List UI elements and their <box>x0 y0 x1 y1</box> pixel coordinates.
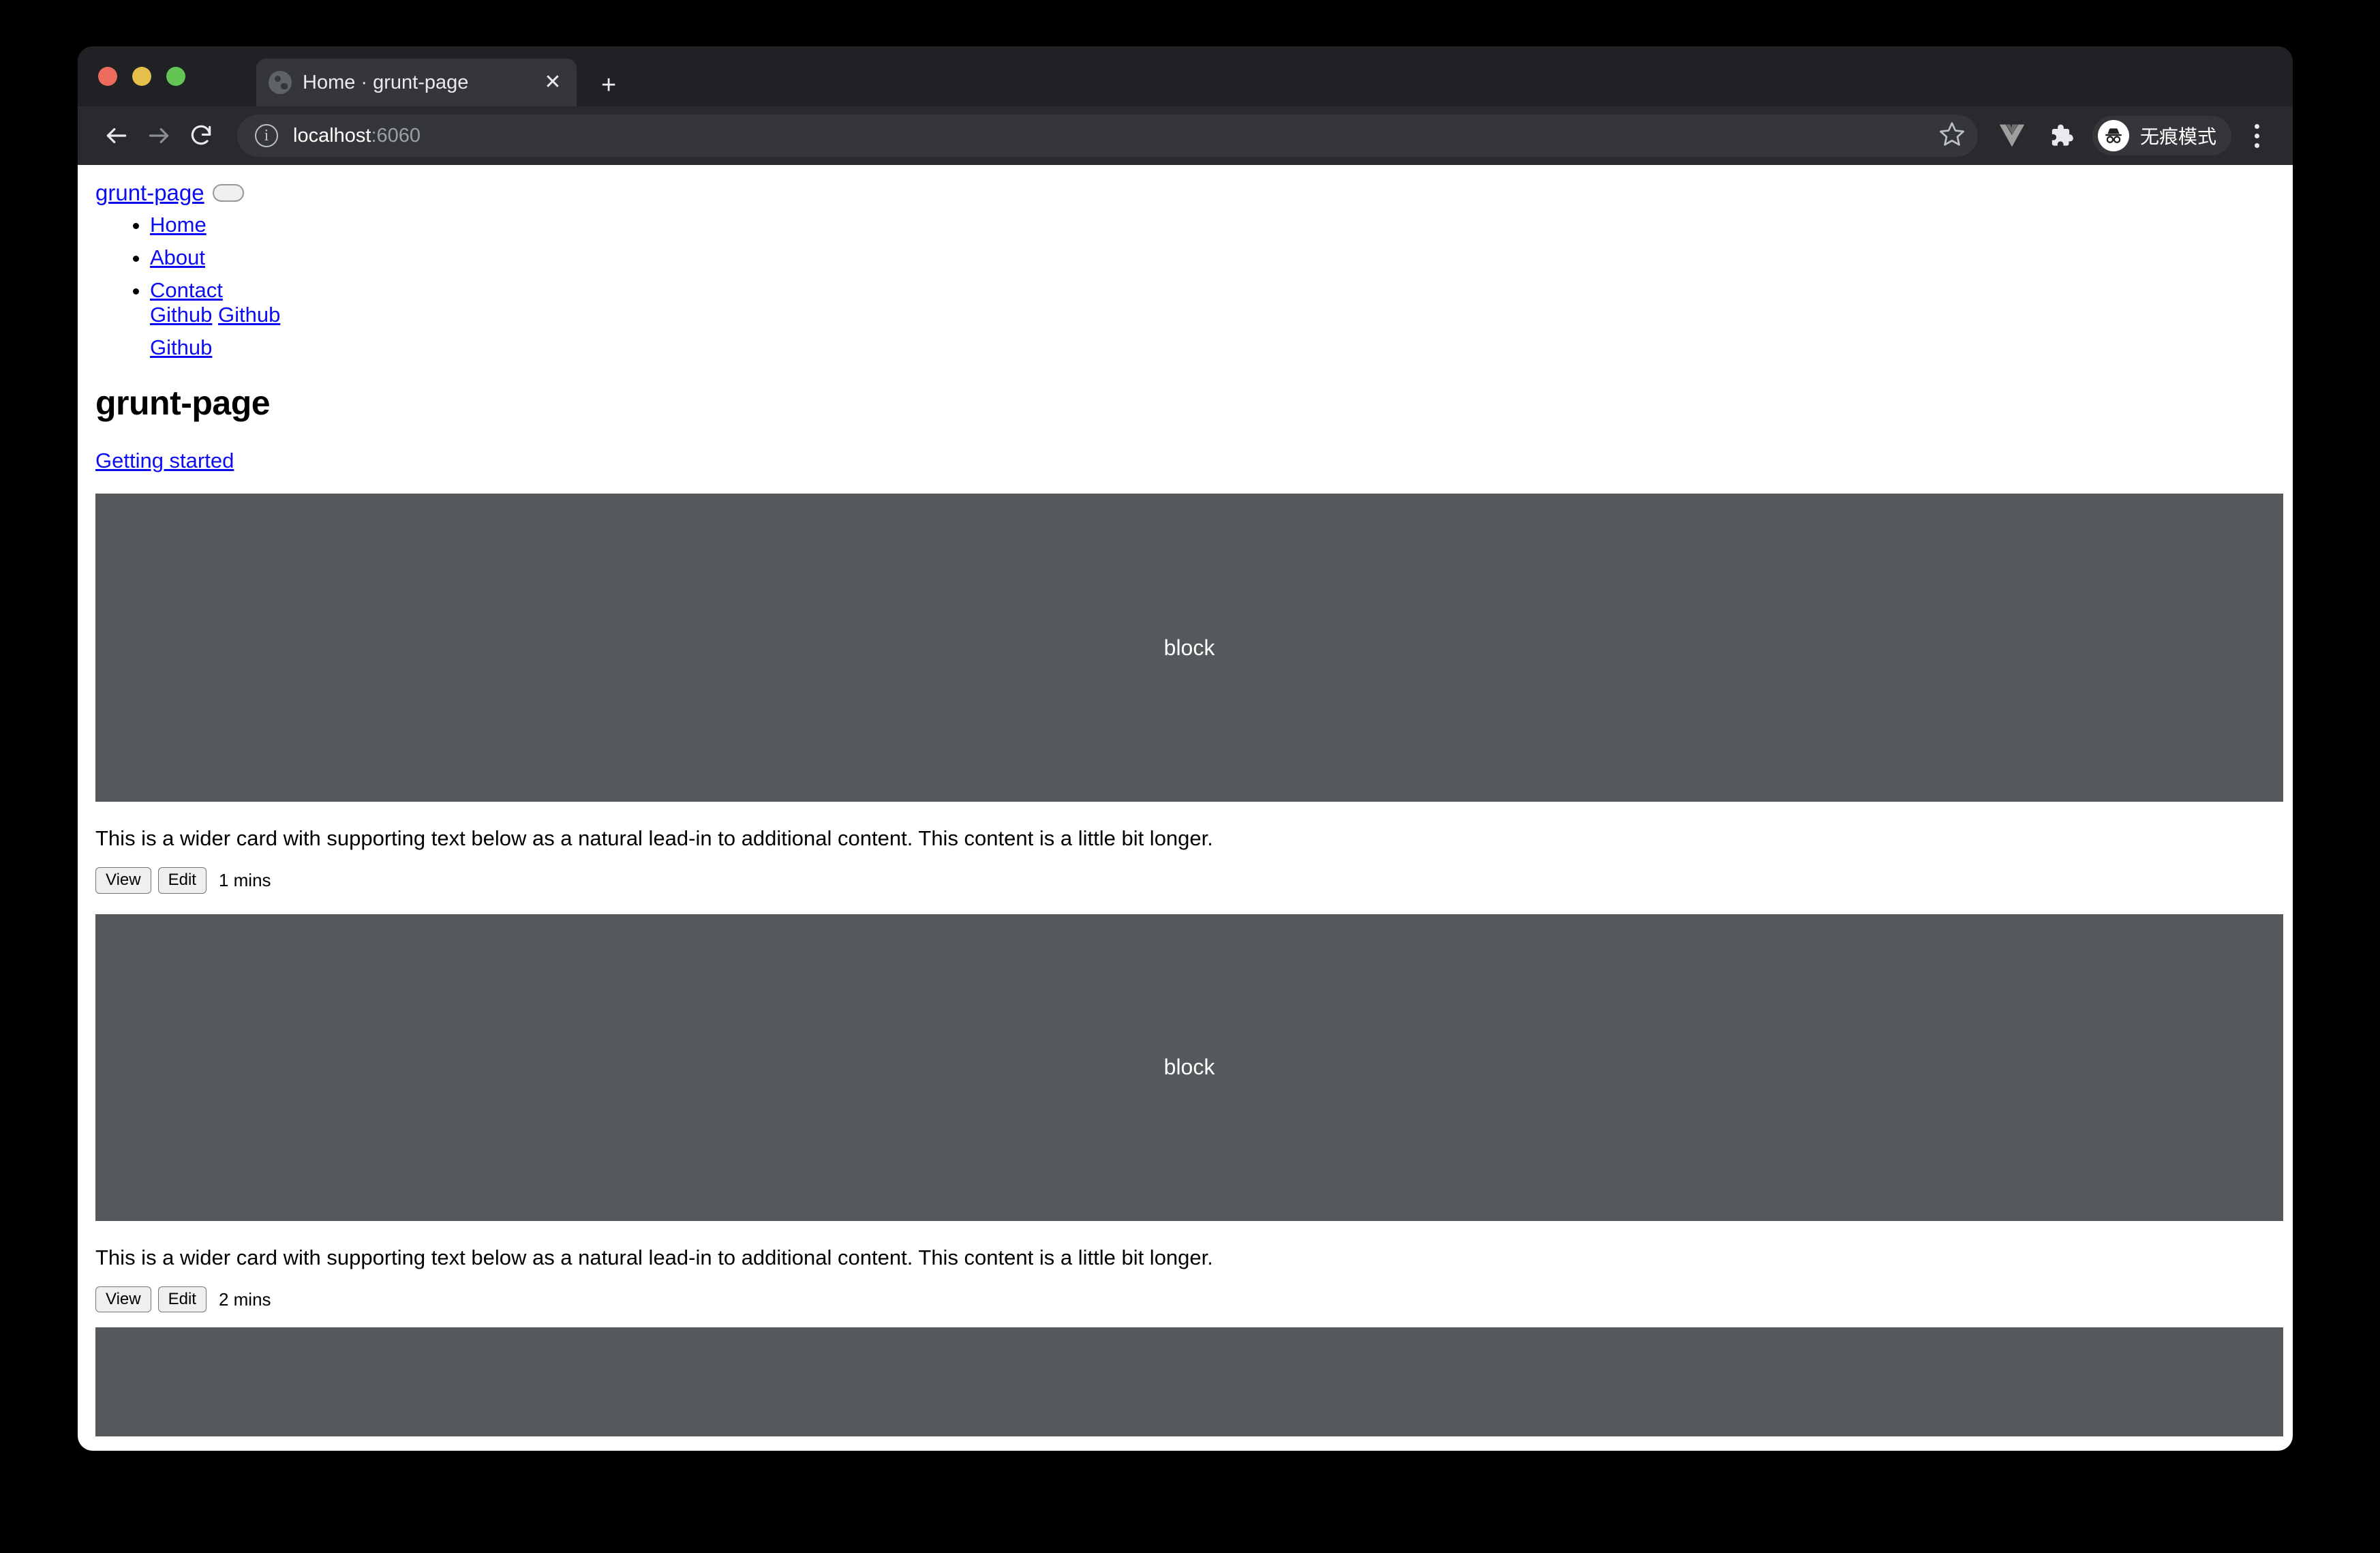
forward-button[interactable] <box>138 115 180 157</box>
card-text-2: This is a wider card with supporting tex… <box>95 1245 1213 1269</box>
url-text: localhost:6060 <box>293 125 421 147</box>
card-image-placeholder-2: block <box>95 914 2283 1221</box>
nav-link-contact[interactable]: Contact <box>150 278 223 302</box>
nav-item-contact: Contact Github Github Github <box>150 278 2293 360</box>
incognito-badge[interactable]: 无痕模式 <box>2092 116 2231 155</box>
edit-button-1[interactable]: Edit <box>157 867 207 894</box>
url-port: :6060 <box>371 124 421 147</box>
nav-link-home[interactable]: Home <box>150 213 207 237</box>
globe-icon <box>269 71 292 94</box>
nav-item-about: About <box>150 245 2293 270</box>
browser-toolbar: i localhost:6060 无痕模式 <box>78 106 2293 165</box>
nav-item-home: Home <box>150 213 2293 237</box>
card-actions-1: View Edit 1 mins <box>95 867 2293 894</box>
minimize-window-button[interactable] <box>132 67 151 86</box>
nav-link-github-3[interactable]: Github <box>150 335 212 359</box>
card-actions-2: View Edit 2 mins <box>95 1286 2293 1313</box>
star-icon[interactable] <box>1938 121 1966 151</box>
reload-button[interactable] <box>180 115 222 157</box>
browser-window: Home · grunt-page ✕ + i localhost:6060 无… <box>78 46 2293 1451</box>
vue-devtools-icon[interactable] <box>1990 114 2034 157</box>
site-info-icon[interactable]: i <box>255 124 278 147</box>
page-title: grunt-page <box>95 384 271 422</box>
getting-started-link[interactable]: Getting started <box>95 449 2293 473</box>
nav-link-about[interactable]: About <box>150 245 205 269</box>
new-tab-button[interactable]: + <box>601 72 616 98</box>
nav-link-github-1[interactable]: Github <box>150 303 212 327</box>
card-time-1: 1 mins <box>218 869 271 890</box>
tab-title: Home · grunt-page <box>303 71 469 93</box>
edit-button-2[interactable]: Edit <box>157 1286 207 1313</box>
view-button-1[interactable]: View <box>95 867 151 894</box>
navbar-toggler-button[interactable] <box>212 184 244 202</box>
three-dot-menu-icon[interactable] <box>2238 114 2275 157</box>
nav-extra-row-2: Github <box>150 335 2293 360</box>
nav-link-github-2[interactable]: Github <box>218 303 280 327</box>
close-tab-icon[interactable]: ✕ <box>541 72 564 93</box>
card-image-placeholder-1: block <box>95 494 2283 802</box>
incognito-label: 无痕模式 <box>2139 126 2216 147</box>
url-host: localhost <box>293 124 371 147</box>
navbar-brand-row: grunt-page <box>86 180 2293 206</box>
tab-strip: Home · grunt-page ✕ + <box>78 46 2293 106</box>
browser-tab[interactable]: Home · grunt-page ✕ <box>256 59 577 106</box>
nav-extra-row-1: Github Github <box>150 303 2293 327</box>
extensions-icon[interactable] <box>2039 114 2083 157</box>
close-window-button[interactable] <box>98 67 117 86</box>
navbar-brand-link[interactable]: grunt-page <box>95 180 204 206</box>
back-button[interactable] <box>95 115 138 157</box>
view-button-2[interactable]: View <box>95 1286 151 1313</box>
nav-extra-list: Github Github Github <box>150 303 2293 360</box>
maximize-window-button[interactable] <box>166 67 185 86</box>
card-time-2: 2 mins <box>218 1288 271 1310</box>
address-bar[interactable]: i localhost:6060 <box>237 115 1978 157</box>
window-controls <box>98 67 185 86</box>
card-text-1: This is a wider card with supporting tex… <box>95 826 1213 850</box>
card-image-placeholder-3 <box>95 1327 2283 1437</box>
page-content: grunt-page Home About Contact Github Git… <box>78 165 2293 1451</box>
incognito-icon <box>2097 120 2129 151</box>
nav-list: Home About Contact Github Github Github <box>86 213 2293 360</box>
